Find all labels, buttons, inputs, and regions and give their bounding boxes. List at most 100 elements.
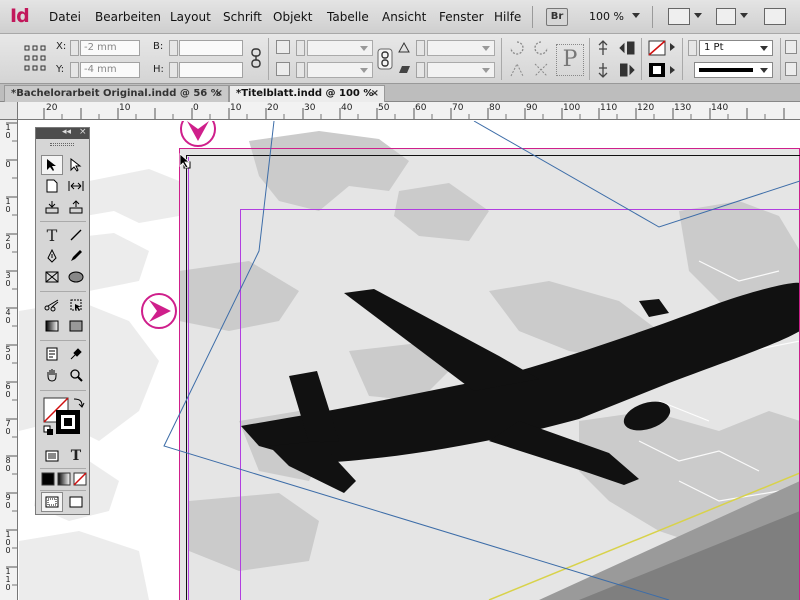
- bridge-button[interactable]: Br: [546, 8, 568, 26]
- close-icon[interactable]: ×: [215, 88, 223, 99]
- flip-vertical-icon[interactable]: [533, 62, 549, 78]
- menu-layout[interactable]: Layout: [170, 10, 211, 24]
- menu-bearbeiten[interactable]: Bearbeiten: [95, 10, 161, 24]
- tools-grip[interactable]: [50, 143, 74, 146]
- type-tool[interactable]: T: [41, 225, 63, 245]
- ruler-label: 1 1 0: [5, 567, 11, 592]
- scale-y-dropdown[interactable]: [307, 62, 373, 78]
- zoom-tool[interactable]: [65, 365, 87, 385]
- pencil-tool[interactable]: [65, 246, 87, 266]
- scale-x-stepper[interactable]: [296, 40, 305, 56]
- content-placer-tool[interactable]: [65, 197, 87, 217]
- document-canvas[interactable]: [19, 121, 800, 600]
- arrange-documents-icon[interactable]: [764, 8, 786, 25]
- eyedropper-icon: [70, 348, 82, 360]
- note-tool[interactable]: [41, 344, 63, 364]
- y-stepper[interactable]: [70, 62, 79, 78]
- p-reference-icon[interactable]: P: [556, 44, 584, 76]
- select-next-object-icon[interactable]: [618, 62, 636, 78]
- gradient-feather-tool[interactable]: [65, 316, 87, 336]
- menu-hilfe[interactable]: Hilfe: [494, 10, 521, 24]
- panel-option-icon[interactable]: [785, 40, 797, 54]
- select-container-icon[interactable]: [596, 40, 610, 56]
- zoom-level[interactable]: 100 %: [589, 10, 624, 23]
- menu-datei[interactable]: Datei: [49, 10, 81, 24]
- select-previous-object-icon[interactable]: [618, 40, 636, 56]
- normal-view-button[interactable]: [41, 492, 63, 512]
- stroke-swatch-icon[interactable]: [648, 62, 666, 78]
- line-icon: [70, 229, 82, 241]
- horizontal-ruler[interactable]: 20 10 0 10 20 30 40 50 60 70 80 90 100 1…: [18, 102, 800, 120]
- menu-fenster[interactable]: Fenster: [439, 10, 484, 24]
- reference-point-icon[interactable]: [24, 44, 46, 72]
- tab-titelblatt[interactable]: *Titelblatt.indd @ 100 % ×: [229, 85, 385, 102]
- shear-angle-icon[interactable]: [397, 62, 411, 76]
- panel-option-icon[interactable]: [785, 62, 797, 76]
- x-stepper[interactable]: [70, 40, 79, 56]
- ellipse-tool[interactable]: [65, 267, 87, 287]
- line-tool[interactable]: [65, 225, 87, 245]
- menu-tabelle[interactable]: Tabelle: [327, 10, 369, 24]
- stroke-arrow-icon[interactable]: [670, 66, 675, 74]
- stroke-weight-dropdown[interactable]: 1 Pt: [699, 40, 773, 56]
- zoom-dropdown-icon[interactable]: [632, 13, 640, 18]
- scissors-tool[interactable]: [41, 295, 63, 315]
- stroke-weight-stepper[interactable]: [688, 40, 697, 56]
- select-content-icon[interactable]: [596, 62, 610, 78]
- rotate-dropdown[interactable]: [427, 40, 495, 56]
- content-collector-tool[interactable]: [41, 197, 63, 217]
- rotate-stepper[interactable]: [416, 40, 425, 56]
- gradient-swatch-tool[interactable]: [41, 316, 63, 336]
- y-field[interactable]: -4 mm: [80, 62, 140, 78]
- fill-stroke-swatch[interactable]: [42, 396, 86, 440]
- shear-dropdown[interactable]: [427, 62, 495, 78]
- height-stepper[interactable]: [169, 62, 178, 78]
- scale-y-stepper[interactable]: [296, 62, 305, 78]
- rotate-ccw-icon[interactable]: [533, 40, 549, 56]
- scale-x-icon[interactable]: [276, 40, 290, 54]
- menu-objekt[interactable]: Objekt: [273, 10, 312, 24]
- pen-tool[interactable]: [41, 246, 63, 266]
- scale-y-icon[interactable]: [276, 62, 290, 76]
- rotate-angle-icon[interactable]: [397, 40, 411, 54]
- flip-horizontal-icon[interactable]: [509, 62, 525, 78]
- preview-view-button[interactable]: [65, 492, 87, 512]
- scale-link-icon[interactable]: [377, 48, 393, 70]
- ruler-origin[interactable]: [0, 102, 18, 120]
- selection-tool[interactable]: [41, 155, 63, 175]
- fill-swatch-none-icon[interactable]: [648, 40, 666, 56]
- constrain-proportions-icon[interactable]: [249, 48, 263, 68]
- rotate-cw-icon[interactable]: [509, 40, 525, 56]
- direct-selection-tool[interactable]: [65, 155, 87, 175]
- shear-stepper[interactable]: [416, 62, 425, 78]
- menu-ansicht[interactable]: Ansicht: [382, 10, 426, 24]
- close-icon[interactable]: ×: [79, 127, 87, 137]
- menu-schrift[interactable]: Schrift: [223, 10, 262, 24]
- tab-bachelorarbeit[interactable]: *Bachelorarbeit Original.indd @ 56 % ×: [4, 85, 229, 102]
- fill-arrow-icon[interactable]: [670, 43, 675, 51]
- ruler-label: 60: [415, 103, 427, 113]
- eyedropper-tool[interactable]: [65, 344, 87, 364]
- page-tool[interactable]: [41, 176, 63, 196]
- width-stepper[interactable]: [169, 40, 178, 56]
- vertical-ruler[interactable]: 1 0 0 1 0 2 0 3 0 4 0 5 0 6 0 7 0 8 0 9 …: [0, 120, 18, 600]
- apply-color-row[interactable]: [41, 472, 87, 488]
- screen-mode-icon[interactable]: [716, 8, 736, 25]
- gap-tool[interactable]: [65, 176, 87, 196]
- formatting-container-button[interactable]: [41, 446, 63, 466]
- hand-tool[interactable]: [41, 365, 63, 385]
- scale-x-dropdown[interactable]: [307, 40, 373, 56]
- x-field[interactable]: -2 mm: [80, 40, 140, 56]
- width-field[interactable]: [179, 40, 243, 56]
- rectangle-frame-tool[interactable]: [41, 267, 63, 287]
- free-transform-tool[interactable]: [65, 295, 87, 315]
- stroke-type-dropdown[interactable]: [694, 62, 773, 78]
- collapse-icon[interactable]: ◂◂: [62, 127, 71, 137]
- formatting-text-button[interactable]: T: [65, 446, 87, 466]
- view-options-dropdown-icon[interactable]: [694, 13, 702, 18]
- height-field[interactable]: [179, 62, 243, 78]
- tools-panel-header[interactable]: ◂◂ ×: [36, 127, 89, 139]
- close-icon[interactable]: ×: [371, 88, 379, 99]
- screen-mode-dropdown-icon[interactable]: [740, 13, 748, 18]
- view-options-icon[interactable]: [668, 8, 690, 25]
